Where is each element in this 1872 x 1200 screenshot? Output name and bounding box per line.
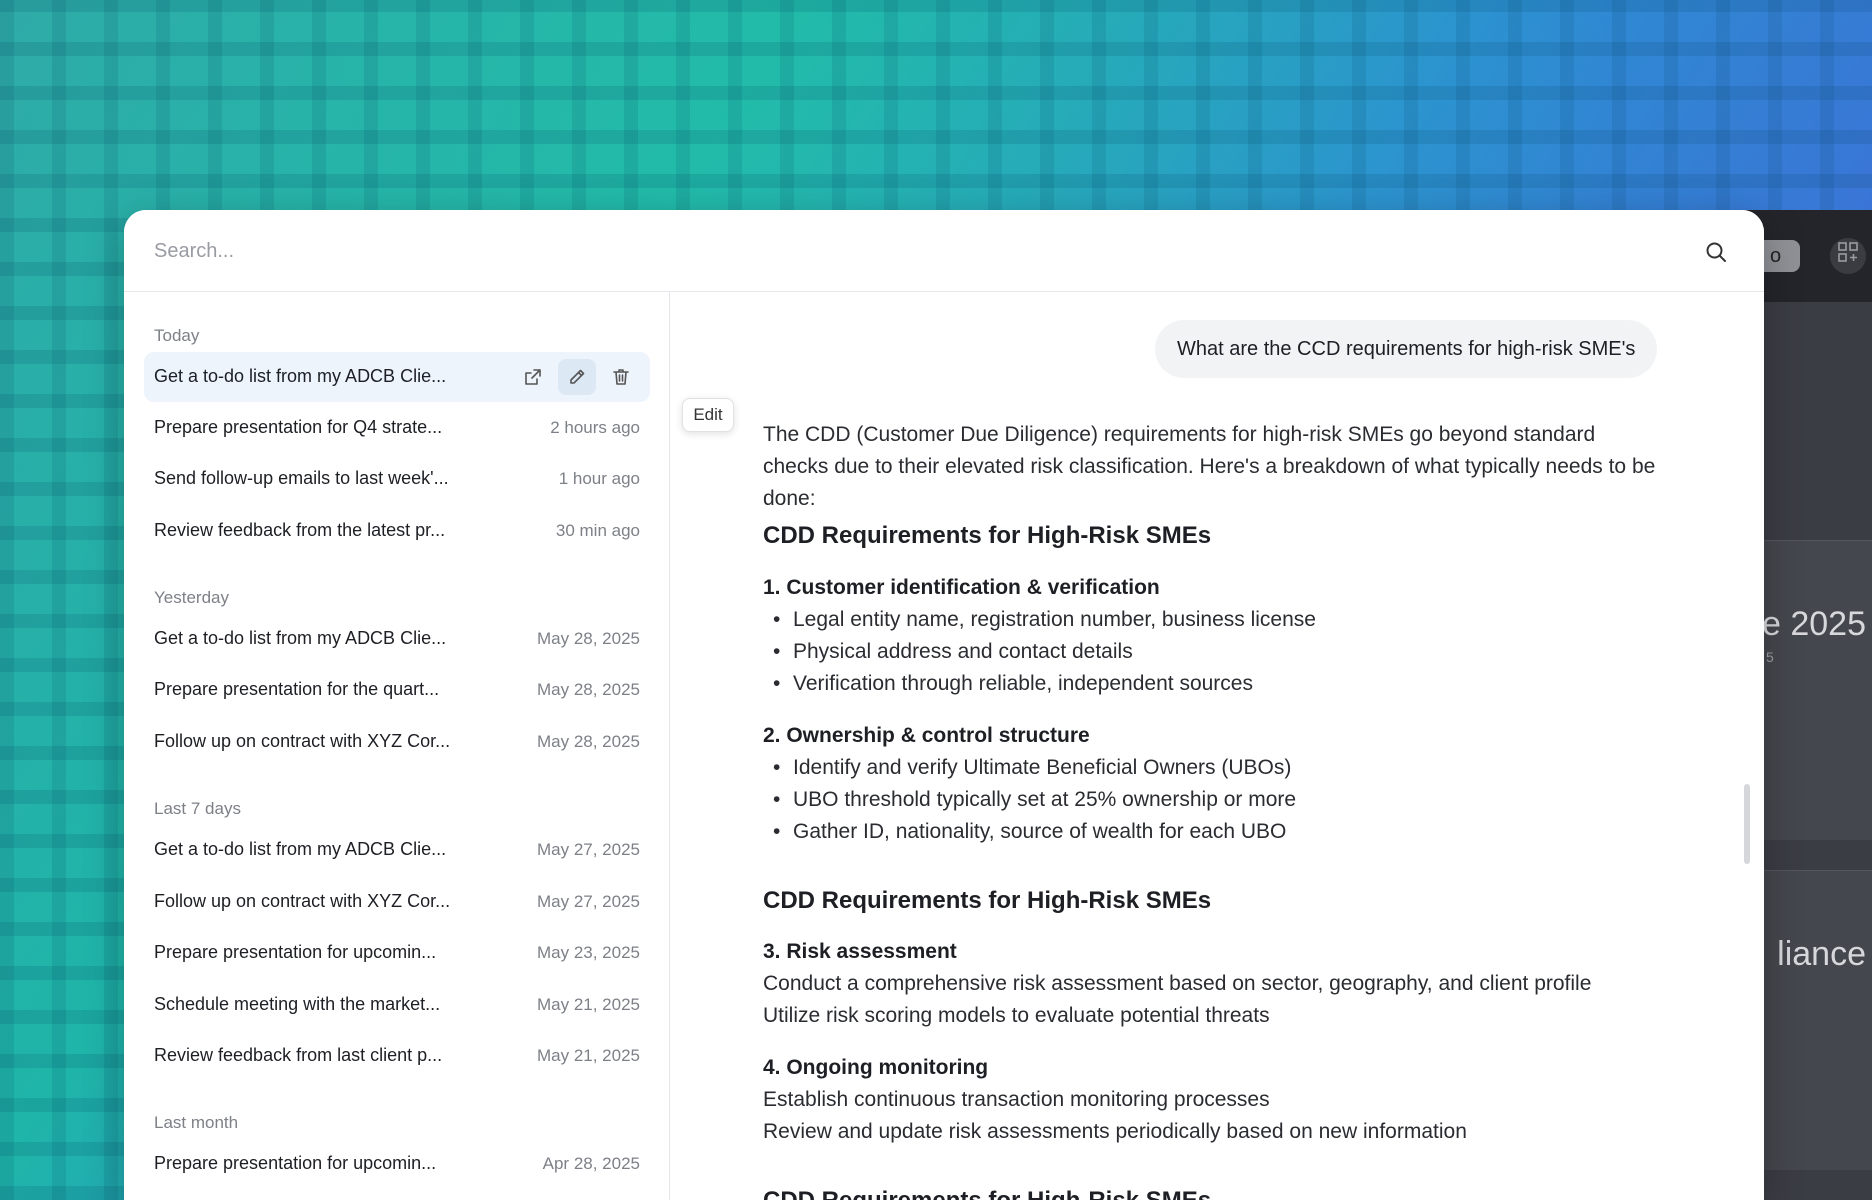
item-time: 2 hours ago — [550, 418, 640, 437]
search-input[interactable] — [154, 230, 1654, 272]
response-intro: The CDD (Customer Due Diligence) require… — [763, 423, 1656, 510]
edit-tooltip: Edit — [682, 398, 734, 432]
group-label-today: Today — [154, 326, 200, 345]
bullet-item: Gather ID, nationality, source of wealth… — [763, 820, 1286, 844]
list-item[interactable]: Send follow-up emails to last week'... 1… — [144, 454, 650, 504]
list-item[interactable]: Prepare presentation for Q4 strate... 2 … — [144, 403, 650, 453]
item-title: Get a to-do list from my ADCB Clie... — [154, 366, 447, 386]
bullet-item: Legal entity name, registration number, … — [763, 608, 1316, 632]
item-time: May 23, 2025 — [536, 943, 640, 962]
bullet-item: Identify and verify Ultimate Beneficial … — [763, 756, 1291, 780]
group-label-yesterday: Yesterday — [154, 588, 229, 607]
section-title: 3. Risk assessment — [763, 940, 957, 963]
item-title: Follow up on contract with XYZ Cor... — [154, 891, 451, 911]
background-card-title: liance — [1777, 935, 1866, 973]
item-time: May 21, 2025 — [536, 1046, 640, 1065]
item-title: Send follow-up emails to last week'... — [154, 468, 449, 488]
chat-content: What are the CCD requirements for high-r… — [670, 292, 1764, 1200]
bullet-item: UBO threshold typically set at 25% owner… — [763, 788, 1296, 812]
item-title: Prepare presentation for upcomin... — [154, 1153, 437, 1173]
list-item[interactable]: Follow up on contract with XYZ Cor... Ma… — [144, 877, 650, 927]
body-line: Review and update risk assessments perio… — [763, 1120, 1467, 1143]
content-scrollbar[interactable] — [1744, 784, 1750, 864]
list-item[interactable]: Prepare presentation for upcomin... May … — [144, 928, 650, 978]
open-external-icon[interactable] — [514, 359, 552, 395]
list-item[interactable]: Review feedback from the latest pr... 30… — [144, 506, 650, 556]
response-heading: CDD Requirements for High-Risk SMEs — [763, 1187, 1663, 1200]
item-title: Get a to-do list from my ADCB Clie... — [154, 628, 447, 648]
item-title: Prepare presentation for Q4 strate... — [154, 417, 443, 437]
history-panel: Today Get a to-do list from my ADCB Clie… — [124, 210, 1764, 1200]
item-time: May 21, 2025 — [536, 995, 640, 1014]
item-title: Review feedback from the latest pr... — [154, 520, 446, 540]
group-label-last-month: Last month — [154, 1113, 239, 1132]
trash-icon[interactable] — [602, 359, 640, 395]
body-line: Utilize risk scoring models to evaluate … — [763, 1004, 1270, 1027]
item-time: May 27, 2025 — [536, 840, 640, 859]
list-item[interactable]: Prepare presentation for the quart... Ma… — [144, 665, 650, 715]
background-card-subtitle: 5 — [1766, 649, 1774, 665]
item-time: 30 min ago — [555, 521, 640, 540]
body-line: Establish continuous transaction monitor… — [763, 1088, 1270, 1111]
list-item[interactable]: Follow up on contract with XYZ Cor... Ma… — [144, 717, 650, 767]
list-item[interactable]: Get a to-do list from my ADCB Clie... Ma… — [144, 614, 650, 664]
search-bar — [124, 210, 1764, 292]
item-time: 1 hour ago — [558, 469, 640, 488]
section-title: 2. Ownership & control structure — [763, 724, 1090, 747]
body-line: Conduct a comprehensive risk assessment … — [763, 972, 1592, 995]
item-title: Prepare presentation for upcomin... — [154, 942, 437, 962]
list-item[interactable]: Get a to-do list from my ADCB Clie... — [144, 352, 650, 402]
apps-grid-icon[interactable] — [1830, 238, 1866, 274]
user-message-bubble: What are the CCD requirements for high-r… — [1155, 320, 1658, 378]
list-item[interactable]: Prepare presentation for upcomin... Apr … — [144, 1139, 650, 1189]
item-time: May 28, 2025 — [536, 732, 640, 751]
bullet-item: Physical address and contact details — [763, 640, 1133, 664]
list-item[interactable]: Get a to-do list from my ADCB Clie... Ma… — [144, 825, 650, 875]
list-item[interactable]: Review feedback from last client p... Ma… — [144, 1031, 650, 1081]
item-title: Schedule meeting with the market... — [154, 994, 441, 1014]
item-title: Get a to-do list from my ADCB Clie... — [154, 839, 447, 859]
search-icon[interactable] — [1704, 240, 1728, 264]
list-item[interactable]: Schedule meeting with the market... May … — [144, 980, 650, 1030]
response-heading: CDD Requirements for High-Risk SMEs — [763, 522, 1212, 549]
item-title: Prepare presentation for the quart... — [154, 679, 440, 699]
item-time: May 28, 2025 — [536, 680, 640, 699]
section-title: 1. Customer identification & verificatio… — [763, 576, 1160, 599]
history-sidebar: Today Get a to-do list from my ADCB Clie… — [124, 292, 670, 1200]
item-title: Review feedback from last client p... — [154, 1045, 443, 1065]
section-title: 4. Ongoing monitoring — [763, 1056, 989, 1079]
item-title: Follow up on contract with XYZ Cor... — [154, 731, 451, 751]
bullet-item: Verification through reliable, independe… — [763, 672, 1253, 696]
edit-pencil-icon[interactable] — [558, 359, 596, 395]
item-time: May 27, 2025 — [536, 892, 640, 911]
response-heading: CDD Requirements for High-Risk SMEs — [763, 887, 1212, 914]
group-label-last-7-days: Last 7 days — [154, 799, 241, 818]
item-time: Apr 28, 2025 — [542, 1154, 640, 1173]
item-time: May 28, 2025 — [536, 629, 640, 648]
